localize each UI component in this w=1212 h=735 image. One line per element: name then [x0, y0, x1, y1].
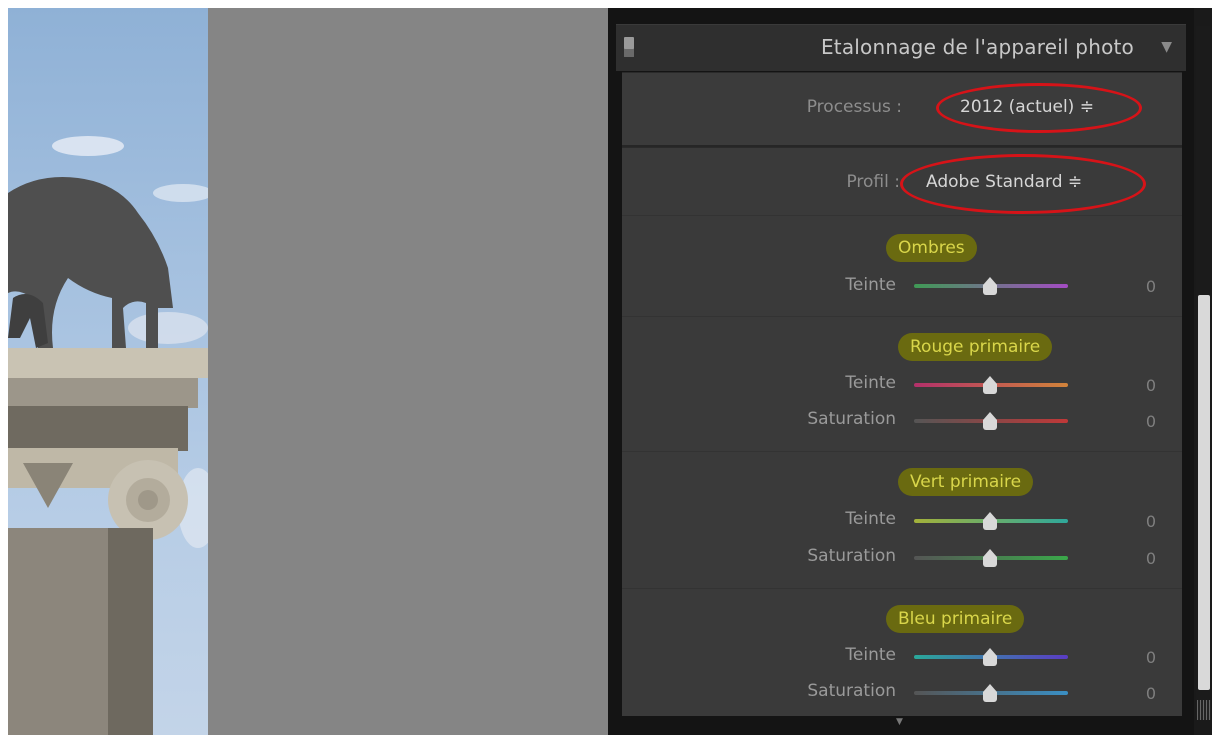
- photo-preview: [8, 8, 208, 735]
- red-tint-thumb[interactable]: [983, 376, 997, 384]
- green-saturation-label: Saturation: [807, 546, 896, 566]
- shadows-tint-label: Teinte: [845, 275, 896, 295]
- shadows-tint-thumb-body: [983, 285, 997, 295]
- profile-section: Profil : Adobe Standard ≑: [622, 147, 1182, 216]
- blue-tint-value[interactable]: 0: [1136, 648, 1156, 667]
- panel-toggle-switch[interactable]: [624, 37, 634, 57]
- expand-arrow-icon[interactable]: ▼: [896, 717, 903, 727]
- blue-saturation-thumb[interactable]: [983, 684, 997, 692]
- canvas-background: [208, 8, 608, 735]
- red-saturation-label: Saturation: [807, 409, 896, 429]
- red-saturation-thumb-body: [983, 420, 997, 430]
- green-primary-group: Vert primaire Teinte 0 Saturation 0: [622, 451, 1182, 588]
- blue-tint-thumb[interactable]: [983, 648, 997, 656]
- red-saturation-value[interactable]: 0: [1136, 412, 1156, 431]
- green-saturation-thumb-body: [983, 557, 997, 567]
- resize-grip-icon[interactable]: [1197, 700, 1211, 720]
- panel-title: Etalonnage de l'appareil photo: [820, 35, 1134, 59]
- green-tint-value[interactable]: 0: [1136, 512, 1156, 531]
- process-section: Processus : 2012 (actuel) ≑: [622, 72, 1182, 147]
- red-saturation-thumb[interactable]: [983, 412, 997, 420]
- blue-primary-group: Bleu primaire Teinte 0 Saturation 0: [622, 588, 1182, 717]
- red-tint-thumb-body: [983, 384, 997, 394]
- shadows-title: Ombres: [886, 234, 977, 262]
- shadows-tint-value[interactable]: 0: [1136, 277, 1156, 296]
- blue-saturation-thumb-body: [983, 692, 997, 702]
- green-tint-thumb[interactable]: [983, 512, 997, 520]
- shadows-tint-thumb[interactable]: [983, 277, 997, 285]
- red-primary-group: Rouge primaire Teinte 0 Saturation 0: [622, 316, 1182, 451]
- annotation-circle-process: [936, 83, 1142, 133]
- blue-tint-label: Teinte: [845, 645, 896, 665]
- green-tint-label: Teinte: [845, 509, 896, 529]
- green-primary-title: Vert primaire: [898, 468, 1034, 496]
- green-saturation-value[interactable]: 0: [1136, 549, 1156, 568]
- collapse-triangle-icon[interactable]: ▼: [1161, 39, 1172, 55]
- blue-saturation-value[interactable]: 0: [1136, 684, 1156, 703]
- blue-primary-title: Bleu primaire: [886, 605, 1025, 633]
- panel-header[interactable]: Etalonnage de l'appareil photo ▼: [616, 24, 1186, 71]
- red-tint-value[interactable]: 0: [1136, 376, 1156, 395]
- process-label: Processus :: [806, 97, 902, 117]
- scrollbar-thumb[interactable]: [1198, 295, 1210, 690]
- shadows-group: Ombres Teinte 0: [622, 215, 1182, 316]
- red-tint-label: Teinte: [845, 373, 896, 393]
- profile-label: Profil :: [846, 172, 900, 192]
- green-tint-thumb-body: [983, 520, 997, 530]
- red-primary-title: Rouge primaire: [898, 333, 1053, 361]
- blue-saturation-label: Saturation: [807, 681, 896, 701]
- green-saturation-thumb[interactable]: [983, 549, 997, 557]
- statue-image: [8, 136, 208, 735]
- blue-tint-thumb-body: [983, 656, 997, 666]
- annotation-circle-profile: [900, 154, 1146, 214]
